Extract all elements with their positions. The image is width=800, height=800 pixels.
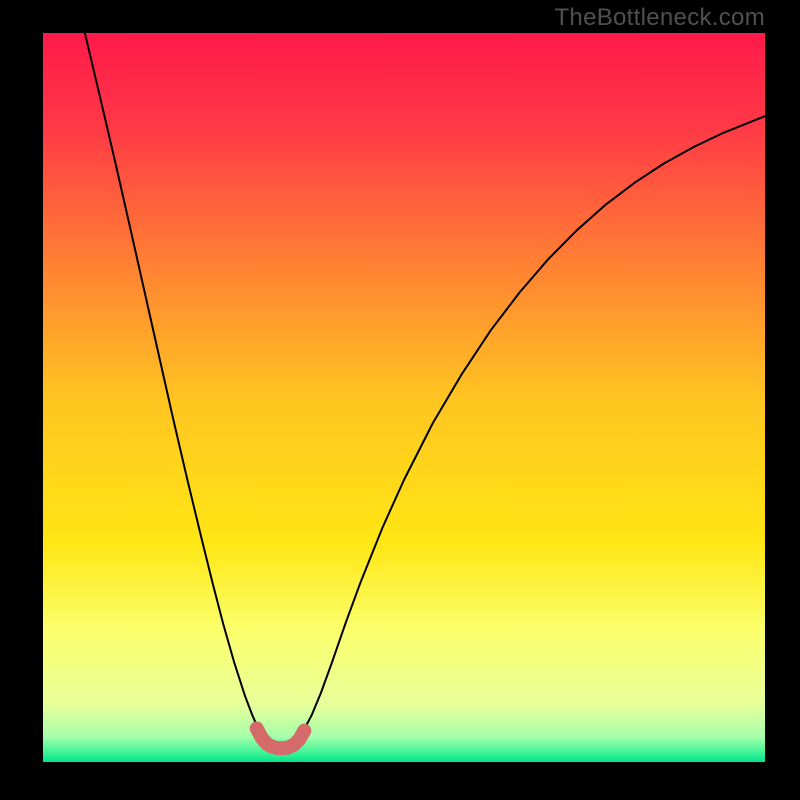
chart-svg [43, 33, 765, 762]
plot-area [43, 33, 765, 762]
chart-frame: TheBottleneck.com [0, 0, 800, 800]
gradient-background [43, 33, 765, 762]
watermark-text: TheBottleneck.com [554, 4, 765, 32]
